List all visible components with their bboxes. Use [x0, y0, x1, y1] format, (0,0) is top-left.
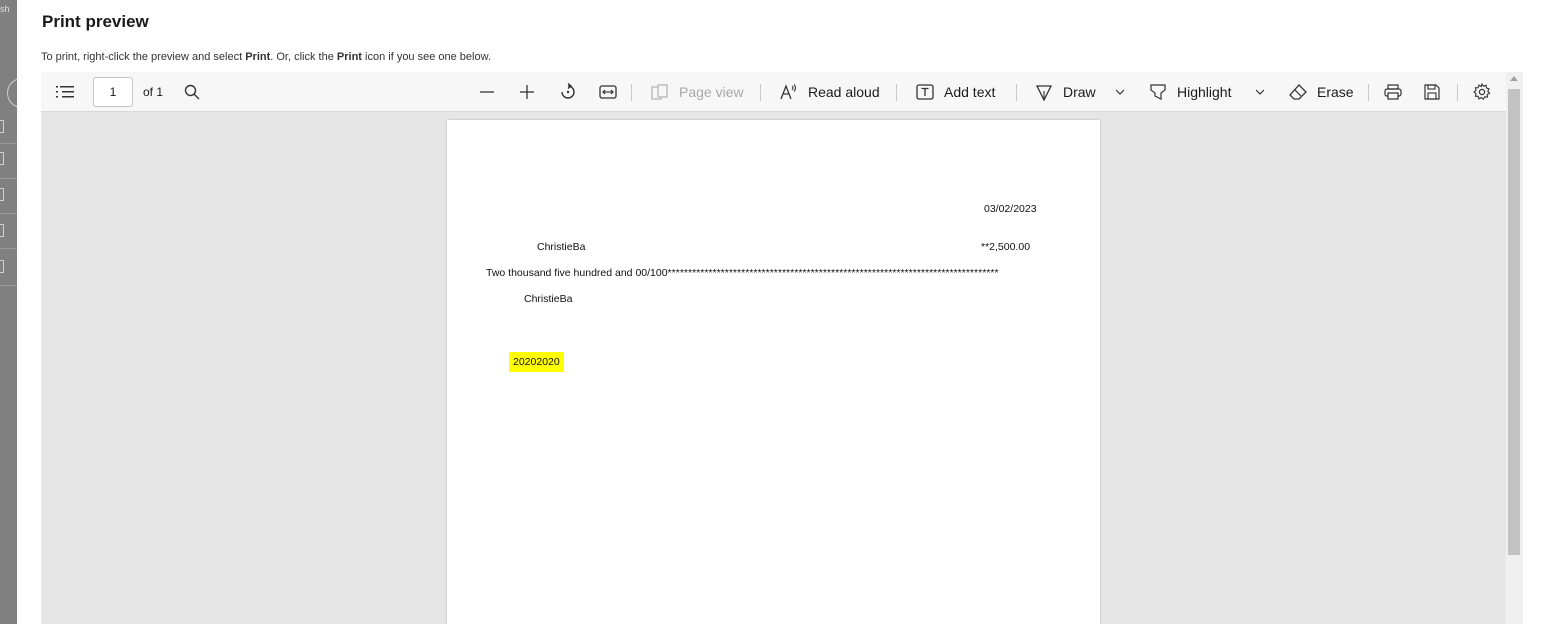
draw-button[interactable]: Draw: [1035, 72, 1096, 112]
chevron-down-icon: [1255, 89, 1265, 95]
document-page: 03/02/2023 ChristieBa **2,500.00 Two tho…: [447, 120, 1100, 624]
zoom-out-icon: [480, 91, 494, 93]
fit-width-icon: [599, 85, 617, 99]
chevron-down-icon: [1115, 89, 1125, 95]
draw-label: Draw: [1063, 84, 1096, 100]
toolbar-separator: [1368, 84, 1369, 101]
print-instructions: To print, right-click the preview and se…: [41, 51, 491, 63]
toolbar-separator: [760, 84, 761, 101]
print-button[interactable]: [1384, 72, 1402, 112]
highlight-icon: [1150, 84, 1166, 100]
zoom-in-icon: [520, 85, 534, 99]
background-row-divider: [0, 143, 17, 144]
add-text-label: Add text: [944, 84, 996, 100]
contents-button[interactable]: [56, 72, 74, 112]
save-button[interactable]: [1424, 72, 1440, 112]
page-view-button[interactable]: Page view: [651, 72, 744, 112]
rotate-button[interactable]: [559, 72, 577, 112]
instructions-text: icon if you see one below.: [361, 51, 491, 63]
page-number-input[interactable]: 1: [93, 77, 133, 107]
toolbar-separator: [896, 84, 897, 101]
background-checkbox: [0, 260, 4, 273]
page-view-label: Page view: [679, 84, 744, 100]
pdf-toolbar: 1 of 1 Page view Read aloud Add text Dra…: [41, 72, 1506, 112]
background-row-divider: [0, 178, 17, 179]
zoom-out-button[interactable]: [479, 72, 495, 112]
print-preview-dialog: Print preview To print, right-click the …: [17, 0, 1542, 624]
scroll-thumb[interactable]: [1508, 89, 1520, 555]
search-icon: [184, 84, 200, 100]
contents-icon: [56, 86, 74, 98]
background-row-divider: [0, 248, 17, 249]
dialog-title: Print preview: [42, 12, 149, 31]
settings-icon: [1473, 83, 1491, 101]
settings-button[interactable]: [1473, 72, 1491, 112]
fit-width-button[interactable]: [599, 72, 617, 112]
background-checkbox: [0, 152, 4, 165]
toolbar-separator: [1016, 84, 1017, 101]
read-aloud-button[interactable]: Read aloud: [780, 72, 880, 112]
search-button[interactable]: [184, 72, 200, 112]
add-text-icon: [916, 84, 934, 100]
page-view-icon: [651, 84, 668, 100]
erase-label: Erase: [1317, 84, 1354, 100]
background-row-divider: [0, 213, 17, 214]
erase-button[interactable]: Erase: [1289, 72, 1354, 112]
read-aloud-label: Read aloud: [808, 84, 880, 100]
add-text-button[interactable]: Add text: [916, 72, 995, 112]
background-circle-button: [7, 78, 17, 108]
erase-icon: [1289, 84, 1307, 100]
check-payee-address: ChristieBa: [524, 293, 573, 305]
draw-options-dropdown[interactable]: [1115, 72, 1125, 112]
check-amount-words: Two thousand five hundred and 00/100****…: [486, 267, 999, 279]
viewer-scrollbar[interactable]: [1506, 72, 1523, 624]
draw-icon: [1035, 85, 1053, 101]
scroll-up-arrow-icon[interactable]: [1510, 76, 1518, 81]
instructions-text: . Or, click the: [270, 51, 337, 63]
instructions-text: To print, right-click the preview and se…: [41, 51, 246, 63]
check-payee: ChristieBa: [537, 241, 586, 253]
read-aloud-icon: [780, 84, 797, 100]
highlight-button[interactable]: Highlight: [1149, 72, 1231, 112]
background-app-strip: sh: [0, 0, 17, 624]
print-icon: [1384, 84, 1402, 100]
rotate-icon: [561, 83, 575, 99]
page-total: of 1: [143, 85, 164, 99]
highlight-options-dropdown[interactable]: [1255, 72, 1265, 112]
save-icon: [1424, 84, 1440, 100]
toolbar-separator: [1457, 84, 1458, 101]
zoom-in-button[interactable]: [519, 72, 535, 112]
background-partial-text: sh: [0, 4, 10, 14]
check-date: 03/02/2023: [984, 203, 1037, 215]
instructions-bold-print: Print: [336, 51, 362, 63]
background-row-divider: [0, 285, 17, 286]
background-checkbox: [0, 188, 4, 201]
check-amount: **2,500.00: [981, 241, 1031, 253]
pdf-viewer[interactable]: 1 of 1 Page view Read aloud Add text Dra…: [41, 72, 1523, 624]
background-checkbox: [0, 120, 4, 133]
highlight-label: Highlight: [1177, 84, 1232, 100]
instructions-bold-print: Print: [245, 51, 271, 63]
highlighted-memo: 20202020: [509, 352, 564, 372]
background-checkbox: [0, 224, 4, 237]
toolbar-separator: [631, 84, 632, 101]
